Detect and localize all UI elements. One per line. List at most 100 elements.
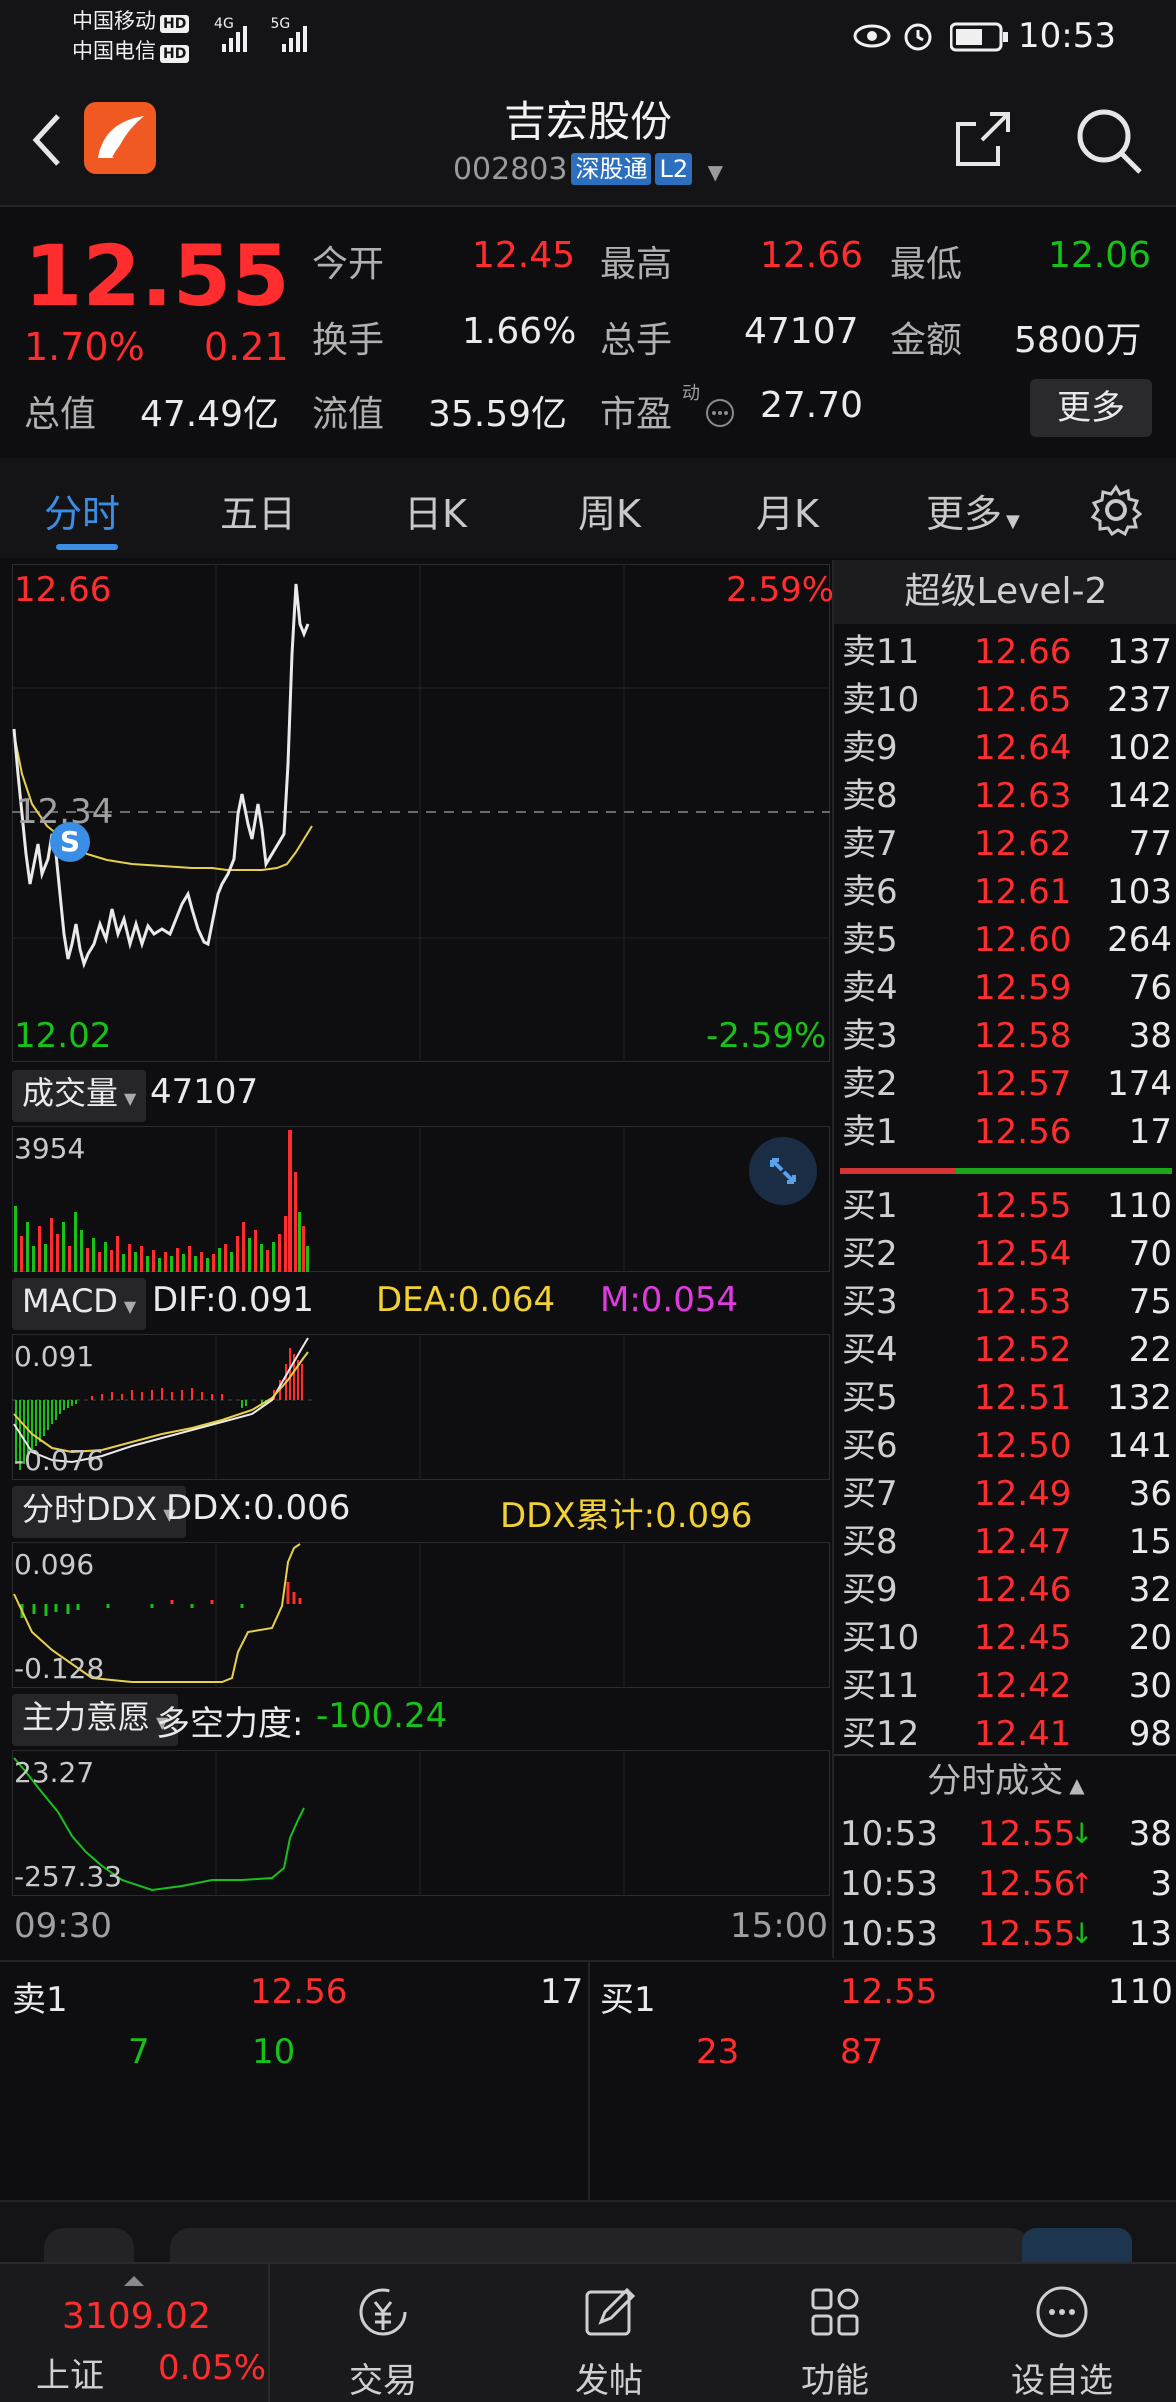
ddx-indicator-select[interactable]: 分时DDX ▼ bbox=[12, 1486, 186, 1538]
last-price: 12.55 bbox=[24, 227, 290, 325]
index-ticker[interactable]: 3109.02 上证 0.05% bbox=[0, 2264, 270, 2402]
ask-row[interactable]: 卖3 12.58 38 bbox=[834, 1012, 1176, 1060]
quote-panel: 12.55 1.70% 0.21 今开 12.45 最高 12.66 最低 12… bbox=[0, 207, 1176, 457]
macd-dea: DEA:0.064 bbox=[376, 1280, 556, 1320]
tab-five-day[interactable]: 五日 bbox=[220, 483, 296, 538]
volume-value: 47107 bbox=[744, 311, 859, 352]
ask-row[interactable]: 卖7 12.62 77 bbox=[834, 820, 1176, 868]
ask-strength-bar bbox=[840, 1168, 956, 1174]
comment-bar bbox=[0, 2200, 1176, 2268]
alarm-icon bbox=[904, 23, 932, 51]
ask-row[interactable]: 卖10 12.65 237 bbox=[834, 676, 1176, 724]
ask-row[interactable]: 卖2 12.57 174 bbox=[834, 1060, 1176, 1108]
ask-row[interactable]: 卖8 12.63 142 bbox=[834, 772, 1176, 820]
volume-total: 47107 bbox=[150, 1072, 259, 1112]
bid-row[interactable]: 买8 12.47 15 bbox=[834, 1518, 1176, 1566]
ask-row[interactable]: 卖11 12.66 137 bbox=[834, 628, 1176, 676]
ask-order-2: 10 bbox=[252, 2032, 296, 2072]
ask-row[interactable]: 卖5 12.60 264 bbox=[834, 916, 1176, 964]
caret-up-icon bbox=[124, 2276, 144, 2286]
bid-row[interactable]: 买12 12.41 98 bbox=[834, 1710, 1176, 1754]
price-chart[interactable] bbox=[12, 564, 830, 1062]
bid-row[interactable]: 买6 12.50 141 bbox=[834, 1422, 1176, 1470]
nav-add-watchlist[interactable]: 设自选 bbox=[948, 2264, 1176, 2402]
nav-post[interactable]: 发帖 bbox=[496, 2264, 722, 2402]
best-bid-price: 12.55 bbox=[840, 1972, 938, 2012]
tab-more[interactable]: 更多 ▼ bbox=[926, 483, 1020, 538]
bid-row[interactable]: 买2 12.54 70 bbox=[834, 1230, 1176, 1278]
ask-row[interactable]: 卖9 12.64 102 bbox=[834, 724, 1176, 772]
level2-title[interactable]: 超级Level-2 bbox=[834, 560, 1176, 624]
ask-row[interactable]: 卖6 12.61 103 bbox=[834, 868, 1176, 916]
more-circle-icon bbox=[1036, 2286, 1088, 2338]
main-force-chart[interactable] bbox=[12, 1750, 830, 1896]
trade-icon bbox=[359, 2288, 407, 2336]
tab-monthly-k[interactable]: 月K bbox=[756, 483, 819, 538]
tab-weekly-k[interactable]: 周K bbox=[578, 483, 641, 538]
turnover-label: 换手 bbox=[312, 320, 385, 361]
macd-indicator-select[interactable]: MACD ▼ bbox=[12, 1278, 147, 1330]
ddx-chart[interactable] bbox=[12, 1542, 830, 1688]
open-label: 今开 bbox=[312, 244, 385, 285]
share-icon[interactable] bbox=[950, 106, 1016, 172]
macd-dif: DIF:0.091 bbox=[152, 1280, 314, 1320]
high-label: 最高 bbox=[600, 244, 673, 285]
trades-title[interactable]: 分时成交 ▲ bbox=[834, 1756, 1176, 1806]
main-force-indicator-select[interactable]: 主力意愿 ▼ bbox=[12, 1694, 179, 1746]
ask-list: 卖11 12.66 137 卖10 12.65 237 卖9 12.64 102 卖8 12.… bbox=[834, 628, 1176, 1168]
caret-down-icon: ▼ bbox=[123, 1297, 137, 1316]
price-axis-bottom: 12.02 bbox=[14, 1016, 112, 1056]
main-axis-bottom: -257.33 bbox=[14, 1860, 123, 1893]
amount-value: 5800万 bbox=[1014, 320, 1142, 361]
sell-signal-marker[interactable]: S bbox=[50, 822, 90, 862]
bid-row[interactable]: 买10 12.45 20 bbox=[834, 1614, 1176, 1662]
tab-daily-k[interactable]: 日K bbox=[404, 483, 467, 538]
macd-m: M:0.054 bbox=[600, 1280, 739, 1320]
main-axis-top: 23.27 bbox=[14, 1756, 95, 1789]
nav-trade[interactable]: 交易 bbox=[270, 2264, 496, 2402]
force-value: -100.24 bbox=[316, 1696, 448, 1736]
pct-axis-bottom: -2.59% bbox=[706, 1016, 827, 1056]
expand-icon[interactable] bbox=[748, 1136, 818, 1206]
low-label: 最低 bbox=[890, 244, 963, 285]
edit-icon bbox=[585, 2287, 636, 2336]
bid-row[interactable]: 买5 12.51 132 bbox=[834, 1374, 1176, 1422]
macd-chart[interactable] bbox=[12, 1334, 830, 1480]
pe-label: 市盈 bbox=[600, 394, 673, 435]
index-change: 0.05% bbox=[158, 2348, 267, 2388]
trade-row: 10:53 12.55 ↓ 38 bbox=[840, 1814, 1172, 1854]
signal-icon bbox=[222, 26, 307, 52]
ask-row[interactable]: 卖4 12.59 76 bbox=[834, 964, 1176, 1012]
dropdown-caret-icon[interactable]: ▼ bbox=[708, 160, 723, 184]
index-value: 3109.02 bbox=[62, 2296, 211, 2337]
bid-row[interactable]: 买4 12.52 22 bbox=[834, 1326, 1176, 1374]
stock-header: 吉宏股份 002803 深股通 L2 ▼ bbox=[0, 80, 1176, 205]
macd-axis-bottom: -0.076 bbox=[14, 1444, 105, 1477]
amount-label: 金额 bbox=[890, 320, 963, 361]
bid-row[interactable]: 买9 12.46 32 bbox=[834, 1566, 1176, 1614]
more-button[interactable]: 更多 bbox=[1030, 379, 1152, 437]
stock-code: 002803 bbox=[452, 152, 568, 187]
best-bid-label: 买1 bbox=[600, 1980, 656, 2020]
volume-indicator-select[interactable]: 成交量 ▼ bbox=[12, 1070, 147, 1122]
volume-chart[interactable] bbox=[12, 1126, 830, 1272]
bid-row[interactable]: 买7 12.49 36 bbox=[834, 1470, 1176, 1518]
pe-value: 27.70 bbox=[760, 385, 864, 426]
best-quote-panel: 卖1 12.56 17 7 10 买1 12.55 110 23 87 bbox=[0, 1960, 1176, 2202]
bid-row[interactable]: 买1 12.55 110 bbox=[834, 1182, 1176, 1230]
nav-functions[interactable]: 功能 bbox=[722, 2264, 948, 2402]
time-axis-start: 09:30 bbox=[14, 1906, 112, 1946]
caret-down-icon: ▼ bbox=[1006, 511, 1020, 532]
macd-axis-top: 0.091 bbox=[14, 1340, 95, 1373]
pe-info-icon[interactable] bbox=[706, 399, 734, 427]
change-amount: 0.21 bbox=[204, 325, 289, 369]
ddx-axis-bottom: -0.128 bbox=[14, 1652, 105, 1685]
ask-row[interactable]: 卖1 12.56 17 bbox=[834, 1108, 1176, 1156]
price-line bbox=[12, 583, 310, 969]
ask-order-1: 7 bbox=[128, 2032, 150, 2072]
search-icon[interactable] bbox=[1072, 104, 1146, 178]
tab-intraday[interactable]: 分时 bbox=[44, 483, 120, 538]
gear-icon[interactable] bbox=[1090, 484, 1142, 536]
bid-row[interactable]: 买3 12.53 75 bbox=[834, 1278, 1176, 1326]
bid-row[interactable]: 买11 12.42 30 bbox=[834, 1662, 1176, 1710]
